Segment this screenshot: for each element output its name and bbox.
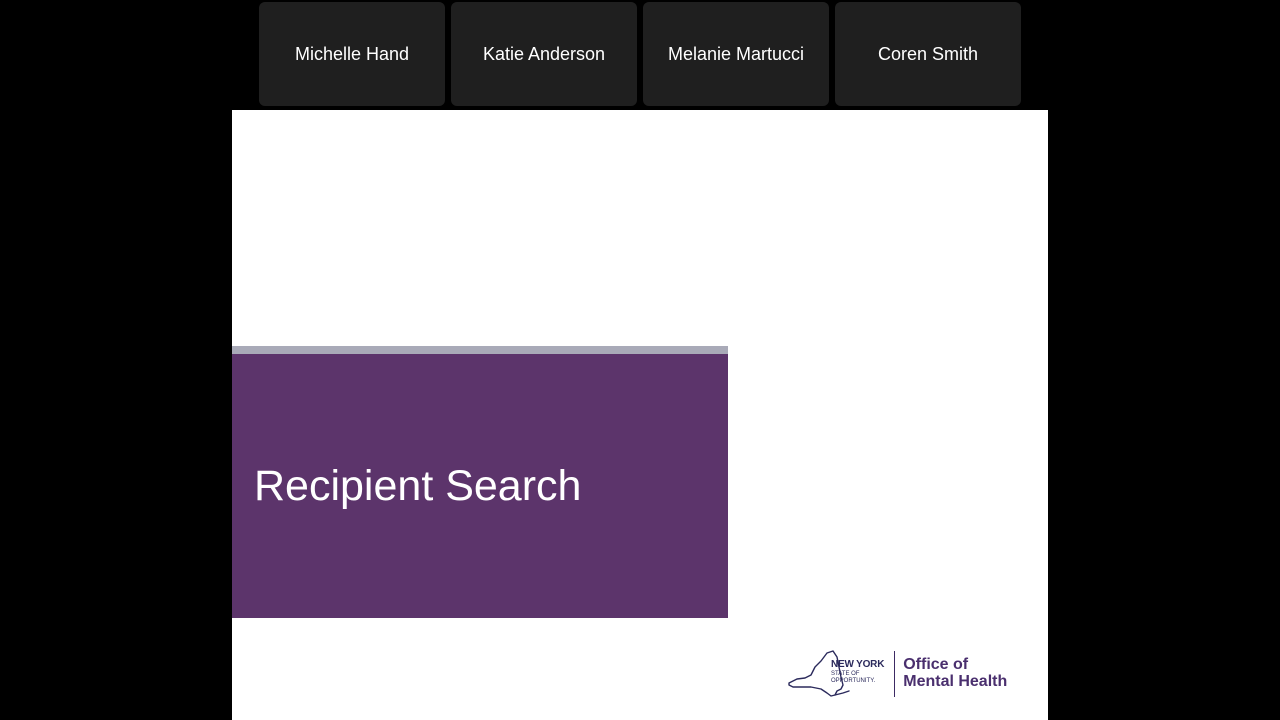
participant-tile[interactable]: Coren Smith xyxy=(835,2,1021,106)
omh-logo: NEW YORK STATE OF OPPORTUNITY. Office of… xyxy=(787,648,1023,700)
ny-state-line2: STATE OF xyxy=(831,671,860,677)
participant-name: Michelle Hand xyxy=(294,43,410,64)
ny-state-line3: OPPORTUNITY. xyxy=(831,678,876,684)
title-accent-bar xyxy=(232,346,728,354)
participant-tile[interactable]: Michelle Hand xyxy=(259,2,445,106)
participant-name: Melanie Martucci xyxy=(667,43,805,64)
omh-line2: Mental Health xyxy=(903,673,1008,690)
participant-tile[interactable]: Katie Anderson xyxy=(451,2,637,106)
slide-title: Recipient Search xyxy=(254,462,582,510)
omh-line1: Office of xyxy=(903,656,969,674)
logo-divider xyxy=(894,651,896,697)
participant-strip: Michelle Hand Katie Anderson Melanie Mar… xyxy=(259,2,1022,106)
omh-wordmark: Office of Mental Health xyxy=(903,656,1008,691)
meeting-stage: Michelle Hand Katie Anderson Melanie Mar… xyxy=(0,0,1280,720)
ny-state-line1: NEW YORK xyxy=(831,659,885,670)
participant-tile[interactable]: Melanie Martucci xyxy=(643,2,829,106)
shared-slide: Recipient Search NEW YORK STATE OF OPPOR… xyxy=(232,110,1048,720)
participant-name: Katie Anderson xyxy=(482,43,606,64)
participant-name: Coren Smith xyxy=(877,43,979,64)
title-block: Recipient Search xyxy=(232,354,728,618)
ny-state-wordmark: NEW YORK STATE OF OPPORTUNITY. xyxy=(831,659,885,685)
